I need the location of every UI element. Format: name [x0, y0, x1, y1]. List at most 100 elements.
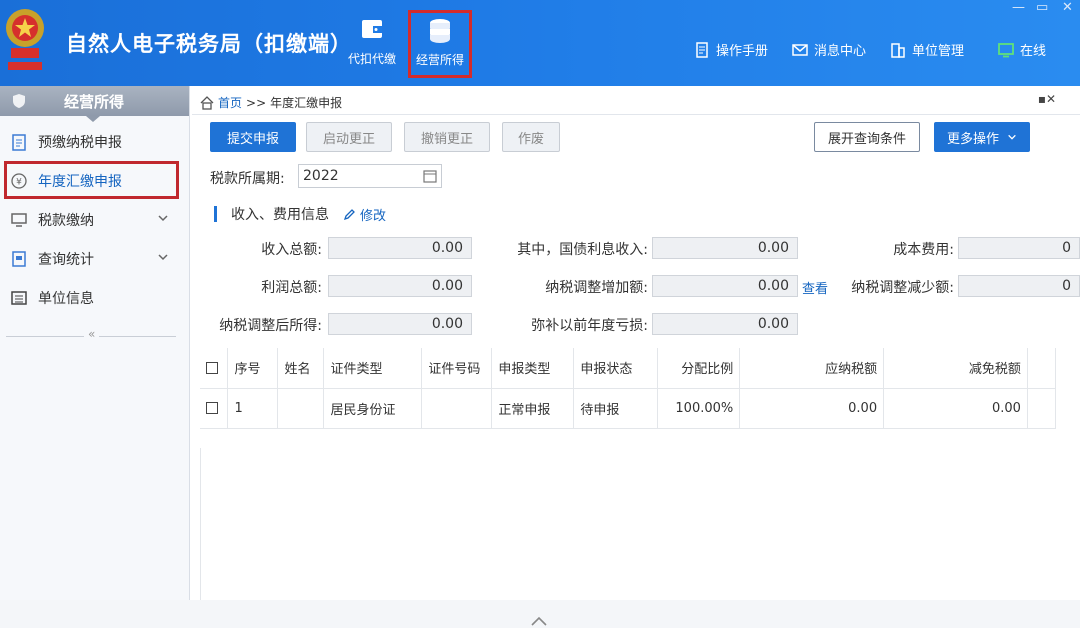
- manual-icon: [696, 41, 708, 58]
- start-correction-button[interactable]: 启动更正: [306, 122, 392, 152]
- select-all-cell[interactable]: [200, 348, 229, 389]
- wallet-icon: [362, 20, 382, 38]
- breadcrumb-current: 年度汇缴申报: [270, 96, 343, 110]
- section-title: 收入、费用信息: [231, 207, 329, 223]
- minimize-button[interactable]: —: [1012, 0, 1025, 15]
- income-expense-section-header: 收入、费用信息 修改: [214, 204, 386, 224]
- bond-interest-label: 其中，国债利息收入:: [517, 242, 648, 258]
- pencil-icon: [343, 208, 355, 220]
- national-emblem-icon: [6, 9, 44, 70]
- select-all-checkbox[interactable]: [206, 361, 218, 374]
- sidebar-item-query-label: 查询统计: [38, 251, 94, 268]
- edit-link[interactable]: 修改: [343, 205, 386, 224]
- tab-business-income-label: 经营所得: [415, 53, 464, 67]
- adjustment-decrease-field: 0: [958, 275, 1080, 297]
- cell-seq: 1: [227, 388, 279, 429]
- table-row[interactable]: 1 居民身份证 正常申报 待申报 100.00% 0.00 0.00: [200, 388, 1057, 429]
- tax-period-input[interactable]: 2022: [298, 164, 442, 188]
- col-header-tax-payable: 应纳税额: [739, 348, 885, 389]
- more-operations-button[interactable]: 更多操作: [934, 122, 1030, 152]
- calendar-icon[interactable]: [423, 169, 437, 183]
- manual-label: 操作手册: [716, 44, 769, 59]
- manual-link[interactable]: 操作手册: [694, 40, 768, 59]
- online-label: 在线: [1020, 44, 1047, 59]
- tax-period-value: 2022: [303, 168, 339, 184]
- selection-highlight: [4, 161, 179, 199]
- sidebar-title: 经营所得: [64, 92, 125, 111]
- bond-interest-field: 0.00: [652, 237, 798, 259]
- tab-withholding-label: 代扣代缴: [347, 52, 396, 66]
- chevron-up-icon[interactable]: [528, 616, 550, 626]
- col-header-decl-type: 申报类型: [491, 348, 575, 389]
- col-header-seq: 序号: [227, 348, 279, 389]
- sidebar-collapse-handle[interactable]: «: [6, 327, 176, 341]
- cell-decl-status: 待申报: [573, 388, 659, 429]
- unit-management-label: 单位管理: [912, 44, 965, 59]
- message-center-label: 消息中心: [814, 44, 867, 59]
- chevron-down-icon: [158, 215, 168, 222]
- list-icon: [11, 290, 27, 305]
- sidebar-item-query[interactable]: 查询统计: [0, 239, 189, 278]
- cost-label: 成本费用:: [893, 242, 954, 258]
- clipboard-icon: [12, 133, 26, 151]
- sidebar-header: 经营所得: [0, 86, 189, 122]
- sidebar-item-payment[interactable]: 税款缴纳: [0, 200, 189, 239]
- row-checkbox[interactable]: [206, 402, 218, 414]
- bottom-bar: [0, 600, 1080, 628]
- cell-decl-type: 正常申报: [491, 388, 575, 429]
- submit-declaration-button[interactable]: 提交申报: [210, 122, 296, 152]
- total-income-label: 收入总额:: [261, 242, 322, 258]
- home-icon: [200, 95, 214, 110]
- cell-id-no: [421, 388, 493, 429]
- chevron-down-icon: [158, 254, 168, 261]
- sidebar: 经营所得 预缴纳税申报 ¥ 年度汇缴申报 税款缴纳 查询统计 单位信息 «: [0, 86, 190, 628]
- shield-icon: [13, 94, 25, 108]
- expand-query-button[interactable]: 展开查询条件: [814, 122, 920, 152]
- col-header-decl-status: 申报状态: [573, 348, 659, 389]
- cancel-correction-button[interactable]: 撤销更正: [404, 122, 490, 152]
- cost-field: 0: [958, 237, 1080, 259]
- main-panel: 首页 >> 年度汇缴申报 ▪✕ 提交申报 启动更正 撤销更正 作废 展开查询条件…: [192, 86, 1080, 628]
- tab-close-icon[interactable]: ▪✕: [1038, 92, 1056, 106]
- col-header-name: 姓名: [277, 348, 325, 389]
- tax-period-label: 税款所属期:: [210, 171, 285, 187]
- payment-icon: [11, 212, 27, 227]
- breadcrumb: 首页 >> 年度汇缴申报: [200, 94, 342, 111]
- cell-id-type: 居民身份证: [323, 388, 423, 429]
- breadcrumb-home[interactable]: 首页: [218, 94, 242, 111]
- adjustment-decrease-label: 纳税调整减少额:: [851, 280, 954, 296]
- sidebar-item-prepay[interactable]: 预缴纳税申报: [0, 122, 189, 161]
- adjustment-increase-label: 纳税调整增加额:: [545, 280, 648, 296]
- edit-label: 修改: [360, 208, 387, 224]
- online-status[interactable]: 在线: [998, 40, 1046, 59]
- col-header-tax-relief: 减免税额: [883, 348, 1028, 389]
- void-button[interactable]: 作废: [502, 122, 560, 152]
- prior-loss-label: 弥补以前年度亏损:: [531, 318, 648, 334]
- online-icon: [998, 42, 1014, 57]
- view-link[interactable]: 查看: [802, 278, 828, 297]
- total-profit-label: 利润总额:: [261, 280, 322, 296]
- cell-ratio: 100.00%: [657, 388, 741, 429]
- total-income-field: 0.00: [328, 237, 472, 259]
- table-empty-area: [200, 448, 1056, 600]
- sidebar-item-annual[interactable]: ¥ 年度汇缴申报: [0, 161, 189, 200]
- table-header-row: 序号 姓名 证件类型 证件号码 申报类型 申报状态 分配比例 应纳税额 减免税额: [200, 348, 1057, 389]
- tab-withholding[interactable]: 代扣代缴: [340, 14, 404, 67]
- message-center-link[interactable]: 消息中心: [792, 40, 866, 59]
- total-profit-field: 0.00: [328, 275, 472, 297]
- tab-business-income[interactable]: 经营所得: [408, 10, 472, 78]
- collapse-icon[interactable]: «: [84, 327, 100, 341]
- close-button[interactable]: ✕: [1062, 0, 1073, 15]
- sidebar-item-unit-info-label: 单位信息: [38, 290, 94, 307]
- cell-name: [277, 388, 325, 429]
- sidebar-item-prepay-label: 预缴纳税申报: [38, 134, 122, 151]
- cell-tax-payable: 0.00: [739, 388, 885, 429]
- sidebar-item-unit-info[interactable]: 单位信息: [0, 278, 189, 317]
- maximize-button[interactable]: ▭: [1036, 0, 1048, 15]
- col-header-id-no: 证件号码: [421, 348, 493, 389]
- col-header-ratio: 分配比例: [657, 348, 741, 389]
- app-title: 自然人电子税务局（扣缴端）: [66, 32, 352, 56]
- adjustment-increase-field: 0.00: [652, 275, 798, 297]
- unit-management-link[interactable]: 单位管理: [890, 40, 964, 59]
- prior-loss-field: 0.00: [652, 313, 798, 335]
